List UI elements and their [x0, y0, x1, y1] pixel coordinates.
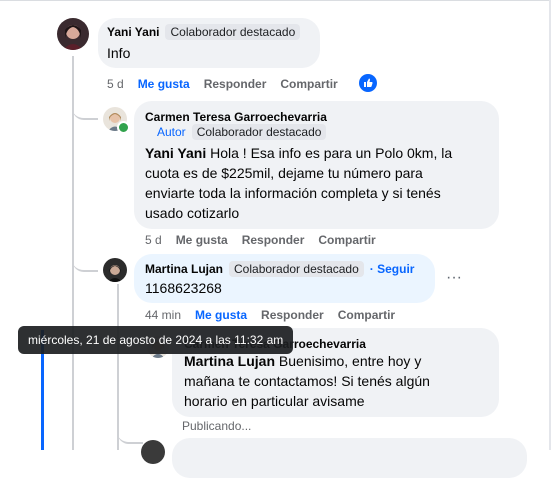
comment-actions-martina: 44 min Me gusta Responder Compartir	[145, 308, 395, 322]
comment-line: enviarte toda la información completa y …	[145, 185, 441, 201]
reply-button[interactable]: Responder	[261, 308, 324, 322]
thread-connector-2	[72, 248, 98, 272]
comment-header-carmen: Carmen Teresa Garroechevarria	[145, 110, 327, 124]
author-name[interactable]: Carmen Teresa Garroechevarria	[145, 110, 327, 124]
like-reaction-icon[interactable]	[359, 74, 377, 92]
comment-time[interactable]: 5 d	[107, 77, 124, 91]
like-button[interactable]: Me gusta	[176, 233, 228, 247]
comment-time[interactable]: 5 d	[145, 233, 162, 247]
online-status-icon	[117, 121, 130, 134]
comment-time[interactable]: 44 min	[145, 308, 181, 322]
comment-text: Martina Lujan Buenisimo, entre hoy y mañ…	[184, 351, 494, 411]
reply-button[interactable]: Responder	[204, 77, 267, 91]
thread-connector-4	[117, 420, 143, 444]
follow-button[interactable]: · Seguir	[370, 262, 415, 276]
share-button[interactable]: Compartir	[280, 77, 337, 91]
comment-line: cuota es de $225mil, dejame tu número pa…	[145, 165, 423, 181]
avatar-martina[interactable]	[103, 258, 127, 282]
comment-header-martina: Martina Lujan Colaborador destacado · Se…	[145, 261, 414, 277]
share-button[interactable]: Compartir	[318, 233, 375, 247]
avatar-next	[141, 440, 165, 464]
more-options-icon[interactable]: ···	[446, 270, 462, 286]
comment-actions-yani: 5 d Me gusta Responder Compartir	[107, 77, 338, 91]
badge-author: Autor	[157, 125, 186, 139]
comment-text: Info	[107, 45, 131, 61]
comment-bubble-next	[172, 438, 527, 478]
like-button[interactable]: Me gusta	[138, 77, 190, 91]
author-name[interactable]: Martina Lujan	[145, 262, 223, 276]
share-button[interactable]: Compartir	[338, 308, 395, 322]
avatar-yani[interactable]	[57, 18, 89, 50]
mention-link[interactable]: Martina Lujan	[184, 353, 275, 369]
author-name[interactable]: Yani Yani	[107, 25, 159, 39]
comment-actions-carmen: 5 d Me gusta Responder Compartir	[145, 233, 376, 247]
timestamp-tooltip: miércoles, 21 de agosto de 2024 a las 11…	[18, 326, 294, 354]
comment-line: Buenisimo, entre hoy y	[278, 353, 422, 369]
comment-line: mañana te contactamos! Si tenés algún	[184, 373, 430, 389]
badge-top-contributor: Colaborador destacado	[191, 124, 327, 140]
top-divider	[0, 0, 551, 1]
badge-top-contributor: Colaborador destacado	[165, 24, 301, 40]
comment-text: Yani Yani Hola ! Esa info es para un Pol…	[145, 143, 491, 223]
comment-header-yani: Yani Yani Colaborador destacado	[107, 24, 301, 40]
comment-badges-carmen: Autor Colaborador destacado	[157, 124, 327, 140]
mention-link[interactable]: Yani Yani	[145, 145, 206, 161]
thread-connector-1	[72, 96, 98, 120]
comment-line: usado cotizarlo	[145, 205, 240, 221]
reply-button[interactable]: Responder	[242, 233, 305, 247]
comment-line: horario en particular avisame	[184, 393, 365, 409]
publishing-status: Publicando...	[182, 419, 252, 433]
like-button[interactable]: Me gusta	[195, 308, 247, 322]
badge-top-contributor: Colaborador destacado	[229, 261, 364, 277]
comment-text: 1168623268	[145, 280, 222, 296]
comment-line: Hola ! Esa info es para un Polo 0km, la	[210, 145, 453, 161]
